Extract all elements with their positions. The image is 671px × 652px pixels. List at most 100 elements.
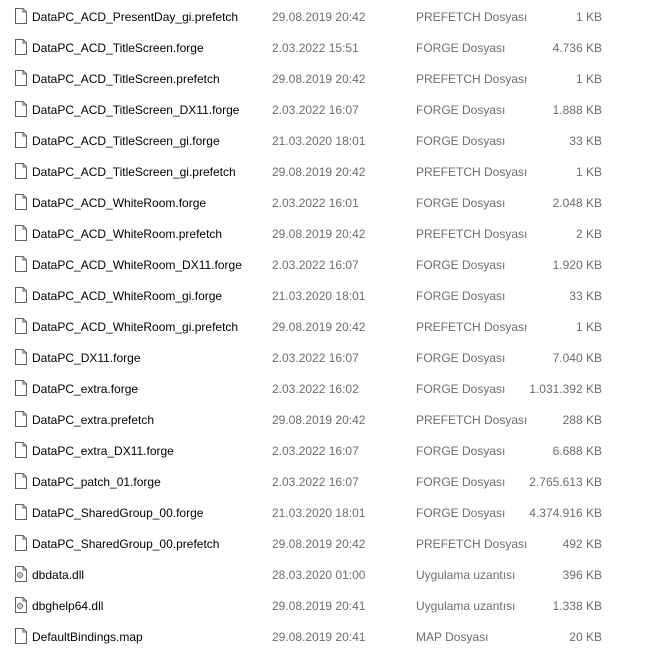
file-size: 6.688 KB — [552, 444, 602, 458]
file-size: 4.736 KB — [552, 41, 602, 55]
file-name[interactable]: DefaultBindings.map — [32, 630, 143, 644]
file-icon — [15, 163, 27, 179]
file-type: FORGE Dosyası — [416, 41, 506, 55]
file-row[interactable]: DataPC_ACD_TitleScreen_DX11.forge 2.03.20… — [0, 94, 671, 125]
file-name[interactable]: DataPC_ACD_WhiteRoom.prefetch — [32, 227, 222, 241]
file-list: DataPC_ACD_PresentDay_gi.prefetch 29.08.2… — [0, 1, 671, 652]
file-icon — [15, 442, 27, 458]
file-name[interactable]: DataPC_ACD_PresentDay_gi.prefetch — [32, 10, 238, 24]
file-type: PREFETCH Dosyası — [416, 413, 528, 427]
file-date-modified: 2.03.2022 16:07 — [272, 475, 359, 489]
file-row[interactable]: DataPC_SharedGroup_00.prefetch 29.08.2019… — [0, 528, 671, 559]
file-name[interactable]: DataPC_SharedGroup_00.forge — [32, 506, 203, 520]
file-size: 1 KB — [575, 72, 602, 86]
file-type: PREFETCH Dosyası — [416, 227, 528, 241]
file-date-modified: 2.03.2022 15:51 — [272, 41, 359, 55]
file-size: 1 KB — [575, 10, 602, 24]
file-size: 33 KB — [569, 134, 602, 148]
file-row[interactable]: DataPC_extra_DX11.forge 2.03.2022 16:07 FO… — [0, 435, 671, 466]
file-icon — [15, 411, 27, 427]
file-row[interactable]: DataPC_SharedGroup_00.forge 21.03.2020 18… — [0, 497, 671, 528]
file-type: FORGE Dosyası — [416, 506, 506, 520]
file-size: 2.765.613 KB — [529, 475, 602, 489]
file-size: 1.920 KB — [552, 258, 602, 272]
file-name[interactable]: DataPC_ACD_TitleScreen.forge — [32, 41, 204, 55]
file-row[interactable]: DataPC_extra.prefetch 29.08.2019 20:42 PRE… — [0, 404, 671, 435]
file-size: 288 KB — [562, 413, 602, 427]
file-row[interactable]: DataPC_ACD_WhiteRoom.forge 2.03.2022 16:0… — [0, 187, 671, 218]
file-name[interactable]: DataPC_ACD_WhiteRoom_gi.forge — [32, 289, 222, 303]
file-icon — [15, 349, 27, 365]
file-date-modified: 29.08.2019 20:41 — [272, 599, 366, 613]
file-row[interactable]: DataPC_ACD_WhiteRoom_gi.forge 21.03.2020 … — [0, 280, 671, 311]
file-type: FORGE Dosyası — [416, 103, 506, 117]
file-type: Uygulama uzantısı — [416, 599, 516, 613]
file-name[interactable]: DataPC_ACD_TitleScreen_DX11.forge — [32, 103, 239, 117]
file-name[interactable]: DataPC_ACD_TitleScreen_gi.forge — [32, 134, 220, 148]
file-icon — [15, 287, 27, 303]
file-size: 2.048 KB — [552, 196, 602, 210]
file-type: FORGE Dosyası — [416, 258, 506, 272]
file-date-modified: 2.03.2022 16:07 — [272, 351, 359, 365]
file-name[interactable]: DataPC_SharedGroup_00.prefetch — [32, 537, 219, 551]
file-date-modified: 21.03.2020 18:01 — [272, 506, 366, 520]
file-row[interactable]: DataPC_ACD_TitleScreen_gi.prefetch 29.08.… — [0, 156, 671, 187]
file-row[interactable]: DataPC_ACD_TitleScreen_gi.forge 21.03.202… — [0, 125, 671, 156]
file-date-modified: 29.08.2019 20:42 — [272, 72, 366, 86]
file-row[interactable]: DataPC_ACD_TitleScreen.forge 2.03.2022 15… — [0, 32, 671, 63]
file-row[interactable]: DataPC_patch_01.forge 2.03.2022 16:07 FORG… — [0, 466, 671, 497]
file-size: 7.040 KB — [552, 351, 602, 365]
file-type: FORGE Dosyası — [416, 289, 506, 303]
file-name[interactable]: DataPC_ACD_TitleScreen_gi.prefetch — [32, 165, 236, 179]
file-type: PREFETCH Dosyası — [416, 320, 528, 334]
file-row[interactable]: DataPC_DX11.forge 2.03.2022 16:07 FORGE Do… — [0, 342, 671, 373]
file-date-modified: 2.03.2022 16:07 — [272, 258, 359, 272]
file-date-modified: 28.03.2020 01:00 — [272, 568, 366, 582]
file-name[interactable]: DataPC_ACD_TitleScreen.prefetch — [32, 72, 220, 86]
file-name[interactable]: DataPC_ACD_WhiteRoom.forge — [32, 196, 206, 210]
file-size: 4.374.916 KB — [529, 506, 602, 520]
file-row[interactable]: DefaultBindings.map 29.08.2019 20:41 MAP D… — [0, 621, 671, 652]
file-name[interactable]: DataPC_extra.forge — [32, 382, 138, 396]
file-type: MAP Dosyası — [416, 630, 489, 644]
file-row[interactable]: DataPC_ACD_WhiteRoom.prefetch 29.08.2019 … — [0, 218, 671, 249]
file-row[interactable]: dbdata.dll 28.03.2020 01:00 Uygulama uzant… — [0, 559, 671, 590]
file-name[interactable]: dbdata.dll — [32, 568, 84, 582]
file-name[interactable]: DataPC_DX11.forge — [32, 351, 141, 365]
file-name[interactable]: DataPC_ACD_WhiteRoom_gi.prefetch — [32, 320, 238, 334]
file-type: FORGE Dosyası — [416, 134, 506, 148]
file-date-modified: 29.08.2019 20:42 — [272, 320, 366, 334]
file-row[interactable]: DataPC_ACD_PresentDay_gi.prefetch 29.08.2… — [0, 1, 671, 32]
file-row[interactable]: DataPC_ACD_WhiteRoom_DX11.forge 2.03.2022… — [0, 249, 671, 280]
file-icon — [15, 473, 27, 489]
file-row[interactable]: dbghelp64.dll 29.08.2019 20:41 Uygulama uz… — [0, 590, 671, 621]
file-date-modified: 29.08.2019 20:42 — [272, 537, 366, 551]
file-size: 1 KB — [575, 320, 602, 334]
file-icon — [15, 535, 27, 551]
file-icon — [15, 504, 27, 520]
file-name[interactable]: dbghelp64.dll — [32, 599, 103, 613]
file-row[interactable]: DataPC_ACD_WhiteRoom_gi.prefetch 29.08.20… — [0, 311, 671, 342]
file-icon — [15, 256, 27, 272]
file-size: 20 KB — [569, 630, 602, 644]
file-name[interactable]: DataPC_ACD_WhiteRoom_DX11.forge — [32, 258, 242, 272]
file-name[interactable]: DataPC_extra.prefetch — [32, 413, 154, 427]
file-row[interactable]: DataPC_extra.forge 2.03.2022 16:02 FORGE D… — [0, 373, 671, 404]
file-icon — [15, 225, 27, 241]
file-icon — [15, 101, 27, 117]
dll-file-icon — [15, 597, 27, 613]
dll-file-icon — [15, 566, 27, 582]
file-date-modified: 29.08.2019 20:42 — [272, 413, 366, 427]
file-icon — [15, 194, 27, 210]
file-size: 1.888 KB — [552, 103, 602, 117]
file-type: FORGE Dosyası — [416, 382, 506, 396]
file-date-modified: 2.03.2022 16:07 — [272, 444, 359, 458]
file-type: Uygulama uzantısı — [416, 568, 516, 582]
file-name[interactable]: DataPC_patch_01.forge — [32, 475, 161, 489]
file-row[interactable]: DataPC_ACD_TitleScreen.prefetch 29.08.201… — [0, 63, 671, 94]
file-name[interactable]: DataPC_extra_DX11.forge — [32, 444, 174, 458]
file-date-modified: 21.03.2020 18:01 — [272, 289, 366, 303]
file-type: PREFETCH Dosyası — [416, 165, 528, 179]
file-type: PREFETCH Dosyası — [416, 10, 528, 24]
file-icon — [15, 8, 27, 24]
